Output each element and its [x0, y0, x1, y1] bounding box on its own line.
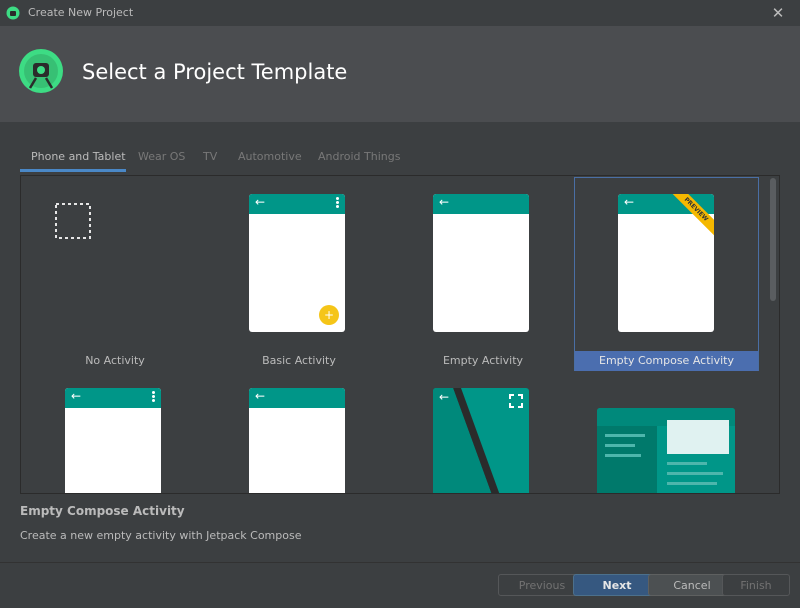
android-studio-icon	[6, 6, 20, 20]
scrollbar-thumb[interactable]	[770, 178, 776, 301]
app-bar: ←	[433, 194, 529, 214]
back-arrow-icon: ←	[624, 195, 635, 209]
back-arrow-icon: ←	[255, 195, 266, 209]
template-row2-1[interactable]: ←	[23, 388, 207, 493]
phone-preview: ← PREVIEW	[618, 194, 714, 332]
selected-template-title: Empty Compose Activity	[20, 504, 185, 518]
close-button[interactable]: ✕	[768, 3, 788, 23]
detail-line	[667, 462, 707, 465]
detail-line	[667, 482, 717, 485]
back-arrow-icon: ←	[439, 195, 450, 209]
template-label: Basic Activity	[262, 354, 336, 367]
phone-preview: ←	[249, 388, 345, 493]
list-line	[605, 454, 641, 457]
app-bar: ←	[249, 388, 345, 408]
template-row2-4[interactable]	[574, 388, 758, 493]
template-row2-2[interactable]: ←	[207, 388, 391, 493]
back-arrow-icon: ←	[71, 389, 82, 403]
detail-image	[667, 420, 729, 454]
detail-line	[667, 472, 723, 475]
empty-dashed-square-icon	[55, 203, 91, 239]
selected-template-description: Create a new empty activity with Jetpack…	[20, 529, 302, 542]
back-arrow-icon: ←	[439, 390, 450, 404]
tab-tv[interactable]: TV	[203, 150, 217, 163]
template-no-activity[interactable]: No Activity	[23, 178, 207, 373]
app-bar: ←	[249, 194, 345, 214]
overflow-menu-icon	[336, 197, 339, 209]
phone-preview: ← +	[249, 194, 345, 332]
back-arrow-icon: ←	[255, 389, 266, 403]
tab-wear-os[interactable]: Wear OS	[138, 150, 185, 163]
grid-scrollbar[interactable]	[767, 176, 779, 493]
template-grid: No Activity ← + Basic Activity ← Empty A…	[20, 175, 780, 494]
wizard-header: Select a Project Template	[0, 26, 800, 122]
app-bar: ←	[65, 388, 161, 408]
finish-button[interactable]: Finish	[722, 574, 790, 596]
list-line	[605, 444, 635, 447]
active-tab-indicator	[20, 169, 126, 172]
tab-phone-and-tablet[interactable]: Phone and Tablet	[31, 150, 126, 163]
template-label: Empty Activity	[442, 354, 524, 367]
phone-preview: ←	[433, 194, 529, 332]
master-detail-preview	[597, 408, 735, 493]
window-title: Create New Project	[28, 6, 134, 19]
template-label: Empty Compose Activity	[575, 351, 758, 371]
footer-divider	[0, 562, 800, 563]
fullscreen-icon	[509, 394, 523, 408]
fullscreen-preview: ←	[433, 388, 529, 493]
overflow-menu-icon	[152, 391, 155, 403]
phone-preview: ←	[65, 388, 161, 493]
template-basic-activity[interactable]: ← + Basic Activity	[207, 178, 391, 373]
template-row2-3[interactable]: ←	[391, 388, 575, 493]
template-empty-activity[interactable]: ← Empty Activity	[391, 178, 575, 373]
title-bar: Create New Project ✕	[0, 0, 800, 26]
tab-android-things[interactable]: Android Things	[318, 150, 400, 163]
tab-automotive[interactable]: Automotive	[238, 150, 302, 163]
template-empty-compose-activity[interactable]: ← PREVIEW Empty Compose Activity	[574, 177, 759, 371]
fab-add-icon: +	[319, 305, 339, 325]
list-line	[605, 434, 645, 437]
template-label: No Activity	[85, 354, 145, 367]
page-title: Select a Project Template	[82, 60, 348, 84]
android-studio-logo-icon	[19, 49, 63, 93]
